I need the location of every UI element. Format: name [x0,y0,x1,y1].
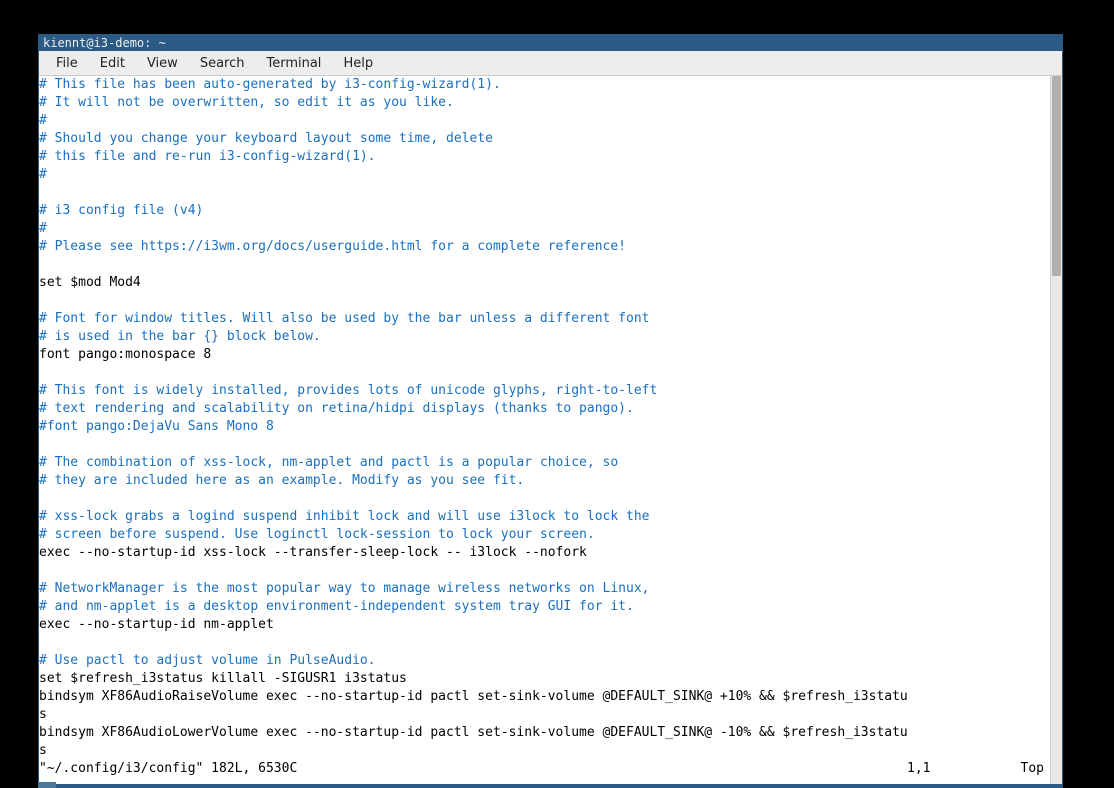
terminal-line: # It will not be overwritten, so edit it… [39,94,1050,112]
terminal-line: # Font for window titles. Will also be u… [39,310,1050,328]
terminal-line [39,436,1050,454]
menu-view[interactable]: View [136,53,189,74]
terminal-line: # Use pactl to adjust volume in PulseAud… [39,652,1050,670]
terminal-line [39,562,1050,580]
status-position: 1,1 [907,760,1020,778]
terminal-area: # This file has been auto-generated by i… [39,76,1062,785]
scroll-thumb[interactable] [1052,76,1061,276]
scrollbar[interactable] [1050,76,1062,785]
terminal-line: # text rendering and scalability on reti… [39,400,1050,418]
terminal-line: # Please see https://i3wm.org/docs/userg… [39,238,1050,256]
terminal-line: # The combination of xss-lock, nm-applet… [39,454,1050,472]
terminal-line: font pango:monospace 8 [39,346,1050,364]
terminal-line: # i3 config file (v4) [39,202,1050,220]
terminal-line: # This font is widely installed, provide… [39,382,1050,400]
window-title: kiennt@i3-demo: ~ [43,36,166,50]
window-titlebar[interactable]: kiennt@i3-demo: ~ [39,35,1062,51]
terminal-line [39,292,1050,310]
terminal-line: # and nm-applet is a desktop environment… [39,598,1050,616]
terminal-line [39,634,1050,652]
menu-terminal[interactable]: Terminal [255,53,332,74]
terminal-line [39,364,1050,382]
terminal-line: # [39,220,1050,238]
menubar: File Edit View Search Terminal Help [39,51,1062,76]
terminal-line: exec --no-startup-id nm-applet [39,616,1050,634]
terminal-content[interactable]: # This file has been auto-generated by i… [39,76,1050,785]
terminal-window: kiennt@i3-demo: ~ File Edit View Search … [38,34,1063,786]
terminal-line: s [39,706,1050,724]
terminal-line [39,490,1050,508]
terminal-line [39,184,1050,202]
terminal-line: # [39,166,1050,184]
terminal-line: set $refresh_i3status killall -SIGUSR1 i… [39,670,1050,688]
terminal-line: bindsym XF86AudioRaiseVolume exec --no-s… [39,688,1050,706]
terminal-line: # this file and re-run i3-config-wizard(… [39,148,1050,166]
terminal-line: bindsym XF86AudioLowerVolume exec --no-s… [39,724,1050,742]
terminal-line: exec --no-startup-id xss-lock --transfer… [39,544,1050,562]
menu-edit[interactable]: Edit [89,53,136,74]
terminal-line: # xss-lock grabs a logind suspend inhibi… [39,508,1050,526]
terminal-line: #font pango:DejaVu Sans Mono 8 [39,418,1050,436]
terminal-line: # NetworkManager is the most popular way… [39,580,1050,598]
terminal-line: set $mod Mod4 [39,274,1050,292]
terminal-line: # screen before suspend. Use loginctl lo… [39,526,1050,544]
terminal-line: # [39,112,1050,130]
terminal-line: s [39,742,1050,760]
i3-bar[interactable] [38,784,1063,788]
terminal-line: # they are included here as an example. … [39,472,1050,490]
menu-file[interactable]: File [45,53,89,74]
status-scroll: Top [1021,760,1050,778]
status-file: "~/.config/i3/config" 182L, 6530C [39,760,297,778]
terminal-line [39,256,1050,274]
workspace-indicator[interactable] [38,782,56,788]
menu-help[interactable]: Help [332,53,384,74]
menu-search[interactable]: Search [189,53,256,74]
vim-status-line: "~/.config/i3/config" 182L, 6530C 1,1Top [39,760,1050,778]
terminal-line: # Should you change your keyboard layout… [39,130,1050,148]
terminal-line: # is used in the bar {} block below. [39,328,1050,346]
terminal-line: # This file has been auto-generated by i… [39,76,1050,94]
